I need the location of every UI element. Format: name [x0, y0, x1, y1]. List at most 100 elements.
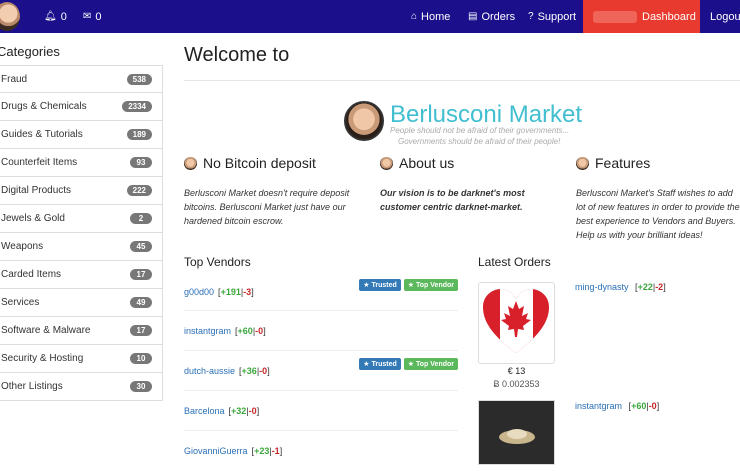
- category-label: Guides & Tutorials: [1, 129, 83, 140]
- feature-text-features: Berlusconi Market's Staff wishes to add …: [576, 188, 740, 240]
- order-thumbnail[interactable]: [478, 282, 555, 364]
- trusted-badge: ★ Trusted: [359, 279, 401, 291]
- vendor-link[interactable]: GiovanniGuerra: [184, 446, 248, 456]
- user-avatar[interactable]: [0, 2, 20, 31]
- redacted-username: [593, 10, 637, 23]
- category-item-fraud[interactable]: Fraud 538: [0, 65, 163, 93]
- tagline-1: People should not be afraid of their gov…: [390, 126, 570, 135]
- category-item-counterfeit[interactable]: Counterfeit Items 93: [0, 149, 163, 177]
- buyer-positive: +60: [631, 401, 647, 411]
- top-vendors-title: Top Vendors: [184, 255, 251, 269]
- nav-logout-label: Logout: [710, 10, 740, 23]
- category-count-badge: 17: [130, 325, 152, 336]
- category-item-carded[interactable]: Carded Items 17: [0, 261, 163, 289]
- canada-heart-icon: [483, 289, 549, 353]
- buyer-negative: -2: [655, 282, 664, 292]
- product-photo-icon: [479, 401, 554, 464]
- vendor-row: Barcelona [+32|-0]: [184, 390, 458, 431]
- nav-orders[interactable]: ▤ Orders: [468, 0, 515, 33]
- notifications-button[interactable]: 🔔︎ 0: [44, 0, 67, 33]
- category-label: Jewels & Gold: [1, 213, 65, 224]
- category-item-security[interactable]: Security & Hosting 10: [0, 345, 163, 373]
- vendor-negative: -1: [271, 446, 280, 456]
- category-item-other[interactable]: Other Listings 30: [0, 373, 163, 401]
- order-buyer-row: ming-dynasty [+22|-2]: [575, 282, 666, 292]
- portrait-icon: [184, 156, 197, 170]
- vendor-negative: -0: [255, 326, 264, 336]
- buyer-link[interactable]: instantgram: [575, 401, 622, 411]
- category-item-jewels[interactable]: Jewels & Gold 2: [0, 205, 163, 233]
- vendor-row: instantgram [+60|-0]: [184, 310, 458, 351]
- vendor-link[interactable]: g00d00: [184, 287, 214, 297]
- portrait-icon: [380, 156, 393, 170]
- category-count-badge: 538: [126, 73, 152, 85]
- top-vendor-badge: ★ Top Vendor: [403, 358, 458, 370]
- feature-heading-deposit: No Bitcoin deposit: [184, 155, 316, 171]
- brand-logo-text: Berlusconi Market: [390, 101, 583, 128]
- feature-title: Features: [595, 155, 651, 171]
- category-count-badge: 49: [130, 297, 152, 308]
- vendor-positive: +23: [254, 446, 270, 456]
- category-item-drugs[interactable]: Drugs & Chemicals 2334: [0, 93, 163, 121]
- feature-text-about: Our vision is to be darknet's most custo…: [380, 188, 525, 212]
- vendor-positive: +36: [241, 366, 257, 376]
- nav-support-label: Support: [537, 10, 577, 23]
- tagline-2: Governments should be afraid of their pe…: [398, 137, 561, 146]
- logo-portrait-icon: [344, 101, 384, 141]
- messages-count: 0: [95, 10, 102, 23]
- category-item-software[interactable]: Software & Malware 17: [0, 317, 163, 345]
- vendor-link[interactable]: instantgram: [184, 326, 231, 336]
- category-label: Fraud: [1, 73, 28, 85]
- envelope-icon: ✉: [83, 11, 92, 22]
- trusted-badge: ★ Trusted: [359, 358, 401, 370]
- buyer-positive: +22: [637, 282, 653, 292]
- category-item-guides[interactable]: Guides & Tutorials 189: [0, 121, 163, 149]
- category-label: Other Listings: [1, 381, 63, 392]
- vendor-negative: -3: [243, 287, 252, 297]
- top-vendor-badge: ★ Top Vendor: [403, 279, 458, 291]
- nav-support[interactable]: ? Support: [528, 0, 576, 33]
- nav-logout[interactable]: Logout: [710, 0, 740, 33]
- category-label: Services: [1, 297, 40, 308]
- vendor-tags: ★ Trusted ★ Top Vendor: [359, 358, 458, 370]
- home-icon: ⌂: [411, 11, 418, 22]
- category-count-badge: 2334: [122, 101, 152, 112]
- vendor-positive: +60: [237, 326, 253, 336]
- portrait-icon: [576, 156, 589, 170]
- nav-orders-label: Orders: [481, 10, 516, 23]
- vendor-positive: +32: [231, 406, 247, 416]
- category-label: Drugs & Chemicals: [1, 101, 87, 112]
- category-item-services[interactable]: Services 49: [0, 289, 163, 317]
- category-count-badge: 222: [126, 185, 152, 196]
- category-item-digital[interactable]: Digital Products 222: [0, 177, 163, 205]
- category-label: Carded Items: [1, 269, 62, 280]
- nav-dashboard-label: Dashboard: [642, 10, 696, 23]
- category-item-weapons[interactable]: Weapons 45: [0, 233, 163, 261]
- top-navbar: 🔔︎ 0 ✉ 0 ⌂ Home ▤ Orders ? Support Dashb…: [0, 0, 740, 33]
- bell-icon: 🔔︎: [44, 11, 57, 22]
- category-list: Fraud 538 Drugs & Chemicals 2334 Guides & …: [0, 65, 163, 401]
- nav-home-label: Home: [421, 10, 451, 23]
- vendor-link[interactable]: Barcelona: [184, 406, 225, 416]
- feature-heading-about: About us: [380, 155, 454, 171]
- order-buyer-row: instantgram [+60|-0]: [575, 401, 660, 411]
- cart-icon: ▤: [468, 11, 478, 22]
- messages-button[interactable]: ✉ 0: [83, 0, 102, 33]
- notifications-count: 0: [60, 10, 67, 23]
- vendor-positive: +191: [220, 287, 241, 297]
- page-title: Welcome to: [184, 44, 290, 66]
- nav-dashboard[interactable]: Dashboard: [583, 0, 700, 33]
- nav-home[interactable]: ⌂ Home: [411, 0, 450, 33]
- category-count-badge: 30: [130, 381, 152, 392]
- category-count-badge: 93: [130, 157, 152, 168]
- category-count-badge: 45: [130, 241, 152, 252]
- order-thumbnail[interactable]: [478, 400, 555, 465]
- vendor-negative: -0: [248, 406, 257, 416]
- buyer-link[interactable]: ming-dynasty: [575, 282, 629, 292]
- vendor-negative: -0: [259, 366, 268, 376]
- vendor-link[interactable]: dutch-aussie: [184, 366, 235, 376]
- vendor-row: dutch-aussie [+36|-0] ★ Trusted ★ Top Ve…: [184, 350, 458, 391]
- feature-text-deposit: Berlusconi Market doesn't require deposi…: [184, 188, 350, 226]
- category-label: Software & Malware: [1, 325, 91, 336]
- category-count-badge: 17: [130, 269, 152, 280]
